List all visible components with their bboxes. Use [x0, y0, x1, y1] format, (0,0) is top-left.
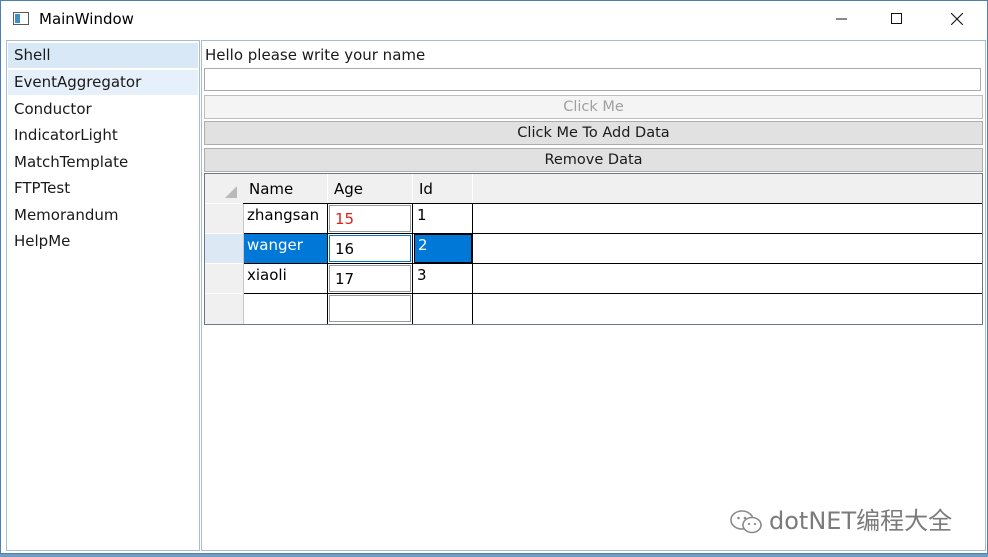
select-all-corner[interactable]: [205, 174, 243, 203]
minimize-icon: [836, 18, 847, 20]
grid-line: [243, 233, 982, 234]
app-window-icon: [13, 12, 29, 25]
sidebar-item-conductor[interactable]: Conductor: [8, 97, 198, 122]
select-all-icon: [225, 186, 237, 198]
sidebar-item-helpme[interactable]: HelpMe: [8, 229, 198, 254]
close-icon: [951, 13, 963, 25]
sidebar-item-matchtemplate[interactable]: MatchTemplate: [8, 150, 198, 175]
cell-age-editor[interactable]: 17: [329, 265, 411, 292]
wechat-icon: [730, 510, 762, 534]
row-header[interactable]: [205, 294, 243, 324]
age-value: 17: [335, 270, 355, 288]
maximize-icon: [891, 13, 902, 24]
cell-name[interactable]: zhangsan: [244, 204, 327, 233]
grid-line: [243, 204, 244, 324]
close-button[interactable]: [934, 1, 980, 37]
data-grid: Name Age Id zhangsan 15 1 wanger 16 2 xi…: [204, 173, 983, 325]
cell-name[interactable]: [244, 294, 327, 323]
sidebar-item-shell[interactable]: Shell: [8, 43, 198, 68]
remove-data-button[interactable]: Remove Data: [204, 148, 983, 172]
sidebar-item-memorandum[interactable]: Memorandum: [8, 203, 198, 228]
cell-age-editor[interactable]: 15: [329, 205, 411, 232]
add-data-button[interactable]: Click Me To Add Data: [204, 121, 983, 145]
column-header-id[interactable]: Id: [413, 174, 472, 203]
cell-id[interactable]: 2: [414, 234, 472, 263]
age-value: 15: [335, 210, 355, 228]
row-header[interactable]: [205, 204, 243, 233]
header-filler: [473, 174, 982, 203]
grid-line: [243, 203, 982, 204]
sidebar-item-indicatorlight[interactable]: IndicatorLight: [8, 123, 198, 148]
cell-id[interactable]: 1: [414, 204, 472, 233]
sidebar-item-eventaggregator[interactable]: EventAggregator: [8, 70, 198, 95]
window-title: MainWindow: [39, 10, 134, 28]
name-input[interactable]: [204, 68, 981, 91]
grid-line: [243, 293, 982, 294]
cell-id[interactable]: 3: [414, 264, 472, 293]
age-value: 16: [335, 240, 355, 258]
grid-line: [327, 204, 328, 324]
row-header[interactable]: [205, 264, 243, 293]
grid-line: [243, 263, 982, 264]
column-header-age[interactable]: Age: [328, 174, 412, 203]
watermark-text: dotNET编程大全: [769, 507, 953, 535]
click-me-button[interactable]: Click Me: [204, 95, 983, 119]
cell-name[interactable]: xiaoli: [244, 264, 327, 293]
row-header[interactable]: [205, 234, 243, 263]
main-window: MainWindow Shell EventAggregator Conduct…: [0, 0, 988, 554]
watermark: dotNET编程大全: [729, 501, 952, 536]
grid-line: [472, 204, 473, 324]
content-panel: Hello please write your name Click Me Cl…: [201, 40, 986, 551]
cell-age-editor[interactable]: [329, 295, 411, 322]
maximize-button[interactable]: [874, 1, 920, 37]
cell-name[interactable]: wanger: [244, 234, 327, 263]
cell-age-editor[interactable]: 16: [329, 235, 411, 262]
name-prompt-label: Hello please write your name: [205, 46, 426, 64]
title-bar[interactable]: MainWindow: [1, 1, 987, 37]
minimize-button[interactable]: [819, 1, 865, 37]
grid-line: [412, 204, 413, 324]
sidebar-list: Shell EventAggregator Conductor Indicato…: [6, 40, 200, 551]
cell-id[interactable]: [414, 294, 472, 323]
sidebar-item-ftptest[interactable]: FTPTest: [8, 176, 198, 201]
column-header-name[interactable]: Name: [243, 174, 327, 203]
